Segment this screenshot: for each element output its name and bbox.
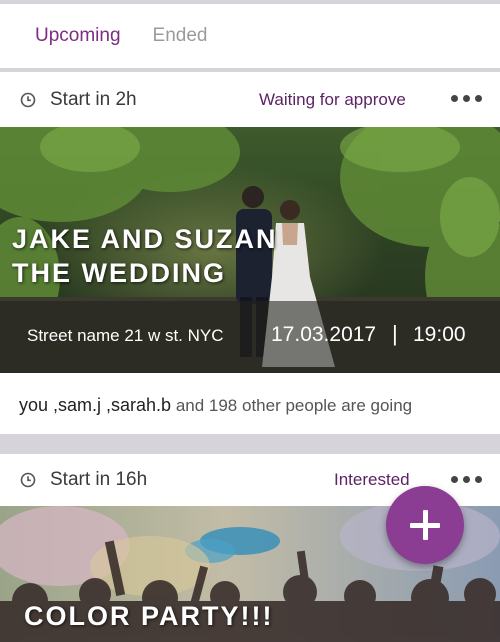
event-title: COLOR PARTY!!! — [24, 601, 274, 631]
start-time: Start in 16h — [50, 469, 148, 490]
card-header: Start in 2h Waiting for approve — [0, 72, 500, 127]
event-title: JAKE AND SUZAN THE WEDDING — [12, 222, 278, 290]
clock-icon — [20, 472, 36, 488]
event-card[interactable]: Start in 2h Waiting for approve JAKE AND… — [0, 72, 500, 434]
event-info-bar: Street name 21 w st. NYC 17.03.2017 | 19… — [0, 301, 500, 373]
event-title-line2: THE WEDDING — [12, 258, 226, 288]
tab-upcoming[interactable]: Upcoming — [35, 25, 121, 47]
event-title-line1: JAKE AND SUZAN — [12, 224, 278, 254]
attendees-text: you ,sam.j ,sarah.b and 198 other people… — [19, 395, 412, 416]
event-image[interactable]: JAKE AND SUZAN THE WEDDING Street name 2… — [0, 127, 500, 373]
more-icon[interactable] — [451, 476, 482, 483]
more-icon[interactable] — [451, 95, 482, 102]
tab-ended[interactable]: Ended — [153, 25, 208, 47]
attendee-names[interactable]: you ,sam.j ,sarah.b — [19, 395, 171, 415]
add-event-button[interactable] — [386, 486, 464, 564]
event-date: 17.03.2017 — [271, 323, 377, 346]
status-label: Interested — [334, 470, 410, 489]
clock-icon — [20, 92, 36, 108]
attendee-count: and 198 other people are going — [175, 396, 413, 415]
event-address: Street name 21 w st. NYC — [27, 326, 224, 345]
event-time: 19:00 — [413, 323, 466, 346]
start-time: Start in 2h — [50, 88, 137, 110]
event-tabs: Upcoming Ended — [0, 4, 500, 68]
date-time-separator: | — [392, 321, 398, 346]
status-label: Waiting for approve — [259, 89, 406, 109]
